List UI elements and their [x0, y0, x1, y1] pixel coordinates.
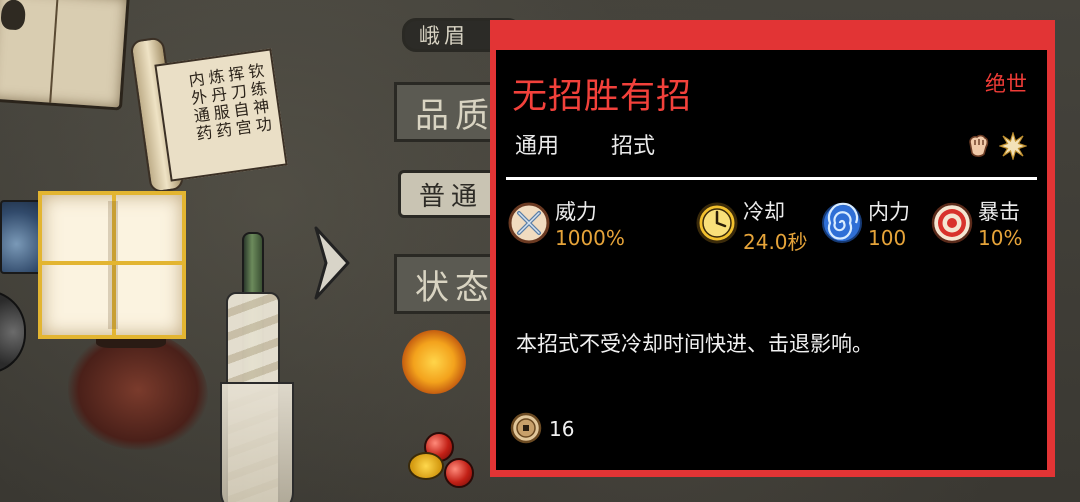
game-scene: 钦练神功 挥刀自宫 炼丹服药 内外通药 峨眉 品质 普通 状态 无招胜有招 绝世…	[0, 0, 1080, 502]
stat-inner-power: 内力 100	[821, 196, 921, 252]
skill-category-general: 通用	[515, 134, 560, 159]
skill-description: 本招式不受冷却时间快进、击退影响。	[516, 332, 873, 356]
stat-label: 冷却	[743, 200, 785, 224]
meditating-figure-icon	[0, 0, 27, 31]
skill-tooltip-panel: 无招胜有招 绝世 通用 招式 威力 1000% 冷却 24.0秒 内力 100 …	[490, 20, 1055, 477]
scroll-item[interactable]: 钦练神功 挥刀自宫 炼丹服药 内外通药	[129, 36, 288, 194]
target-icon	[931, 202, 973, 244]
sword-cloth	[220, 382, 294, 502]
stat-power: 威力 1000%	[508, 196, 668, 252]
burst-icon	[999, 132, 1027, 160]
shield-item	[0, 290, 26, 374]
stat-value: 100	[868, 226, 907, 250]
stat-label: 暴击	[978, 200, 1020, 224]
fist-icon	[969, 134, 989, 157]
selected-skill-book-slot[interactable]	[38, 191, 186, 339]
cherry-icon	[444, 458, 474, 488]
swirl-icon	[822, 202, 862, 243]
tooltip-content: 无招胜有招 绝世 通用 招式 威力 1000% 冷却 24.0秒 内力 100 …	[496, 50, 1047, 470]
book-spine	[108, 201, 118, 329]
stat-cooldown: 冷却 24.0秒	[696, 196, 816, 254]
sun-icon[interactable]	[402, 330, 466, 394]
cost-value: 16	[549, 417, 575, 441]
clock-icon	[696, 202, 738, 244]
chevron-right-icon[interactable]	[312, 224, 352, 302]
scroll-paper-text: 钦练神功 挥刀自宫 炼丹服药 内外通药	[154, 48, 288, 182]
skill-name: 无招胜有招	[512, 77, 693, 117]
gold-item-icon	[408, 452, 444, 480]
skill-rank: 绝世	[985, 72, 1027, 96]
stat-label: 威力	[555, 200, 597, 224]
skill-category-move: 招式	[611, 134, 656, 159]
wrapped-sword-item[interactable]	[218, 232, 294, 502]
stat-label: 内力	[868, 200, 910, 224]
stat-value: 1000%	[555, 226, 625, 250]
copper-coin-icon	[510, 412, 542, 444]
stat-critical: 暴击 10%	[931, 196, 1041, 252]
stat-value: 24.0秒	[743, 230, 808, 254]
crossed-swords-icon	[508, 202, 550, 244]
open-manual-book[interactable]	[0, 0, 130, 111]
fighter-figure	[68, 330, 208, 450]
stat-value: 10%	[978, 226, 1023, 250]
tooltip-divider	[506, 177, 1037, 180]
